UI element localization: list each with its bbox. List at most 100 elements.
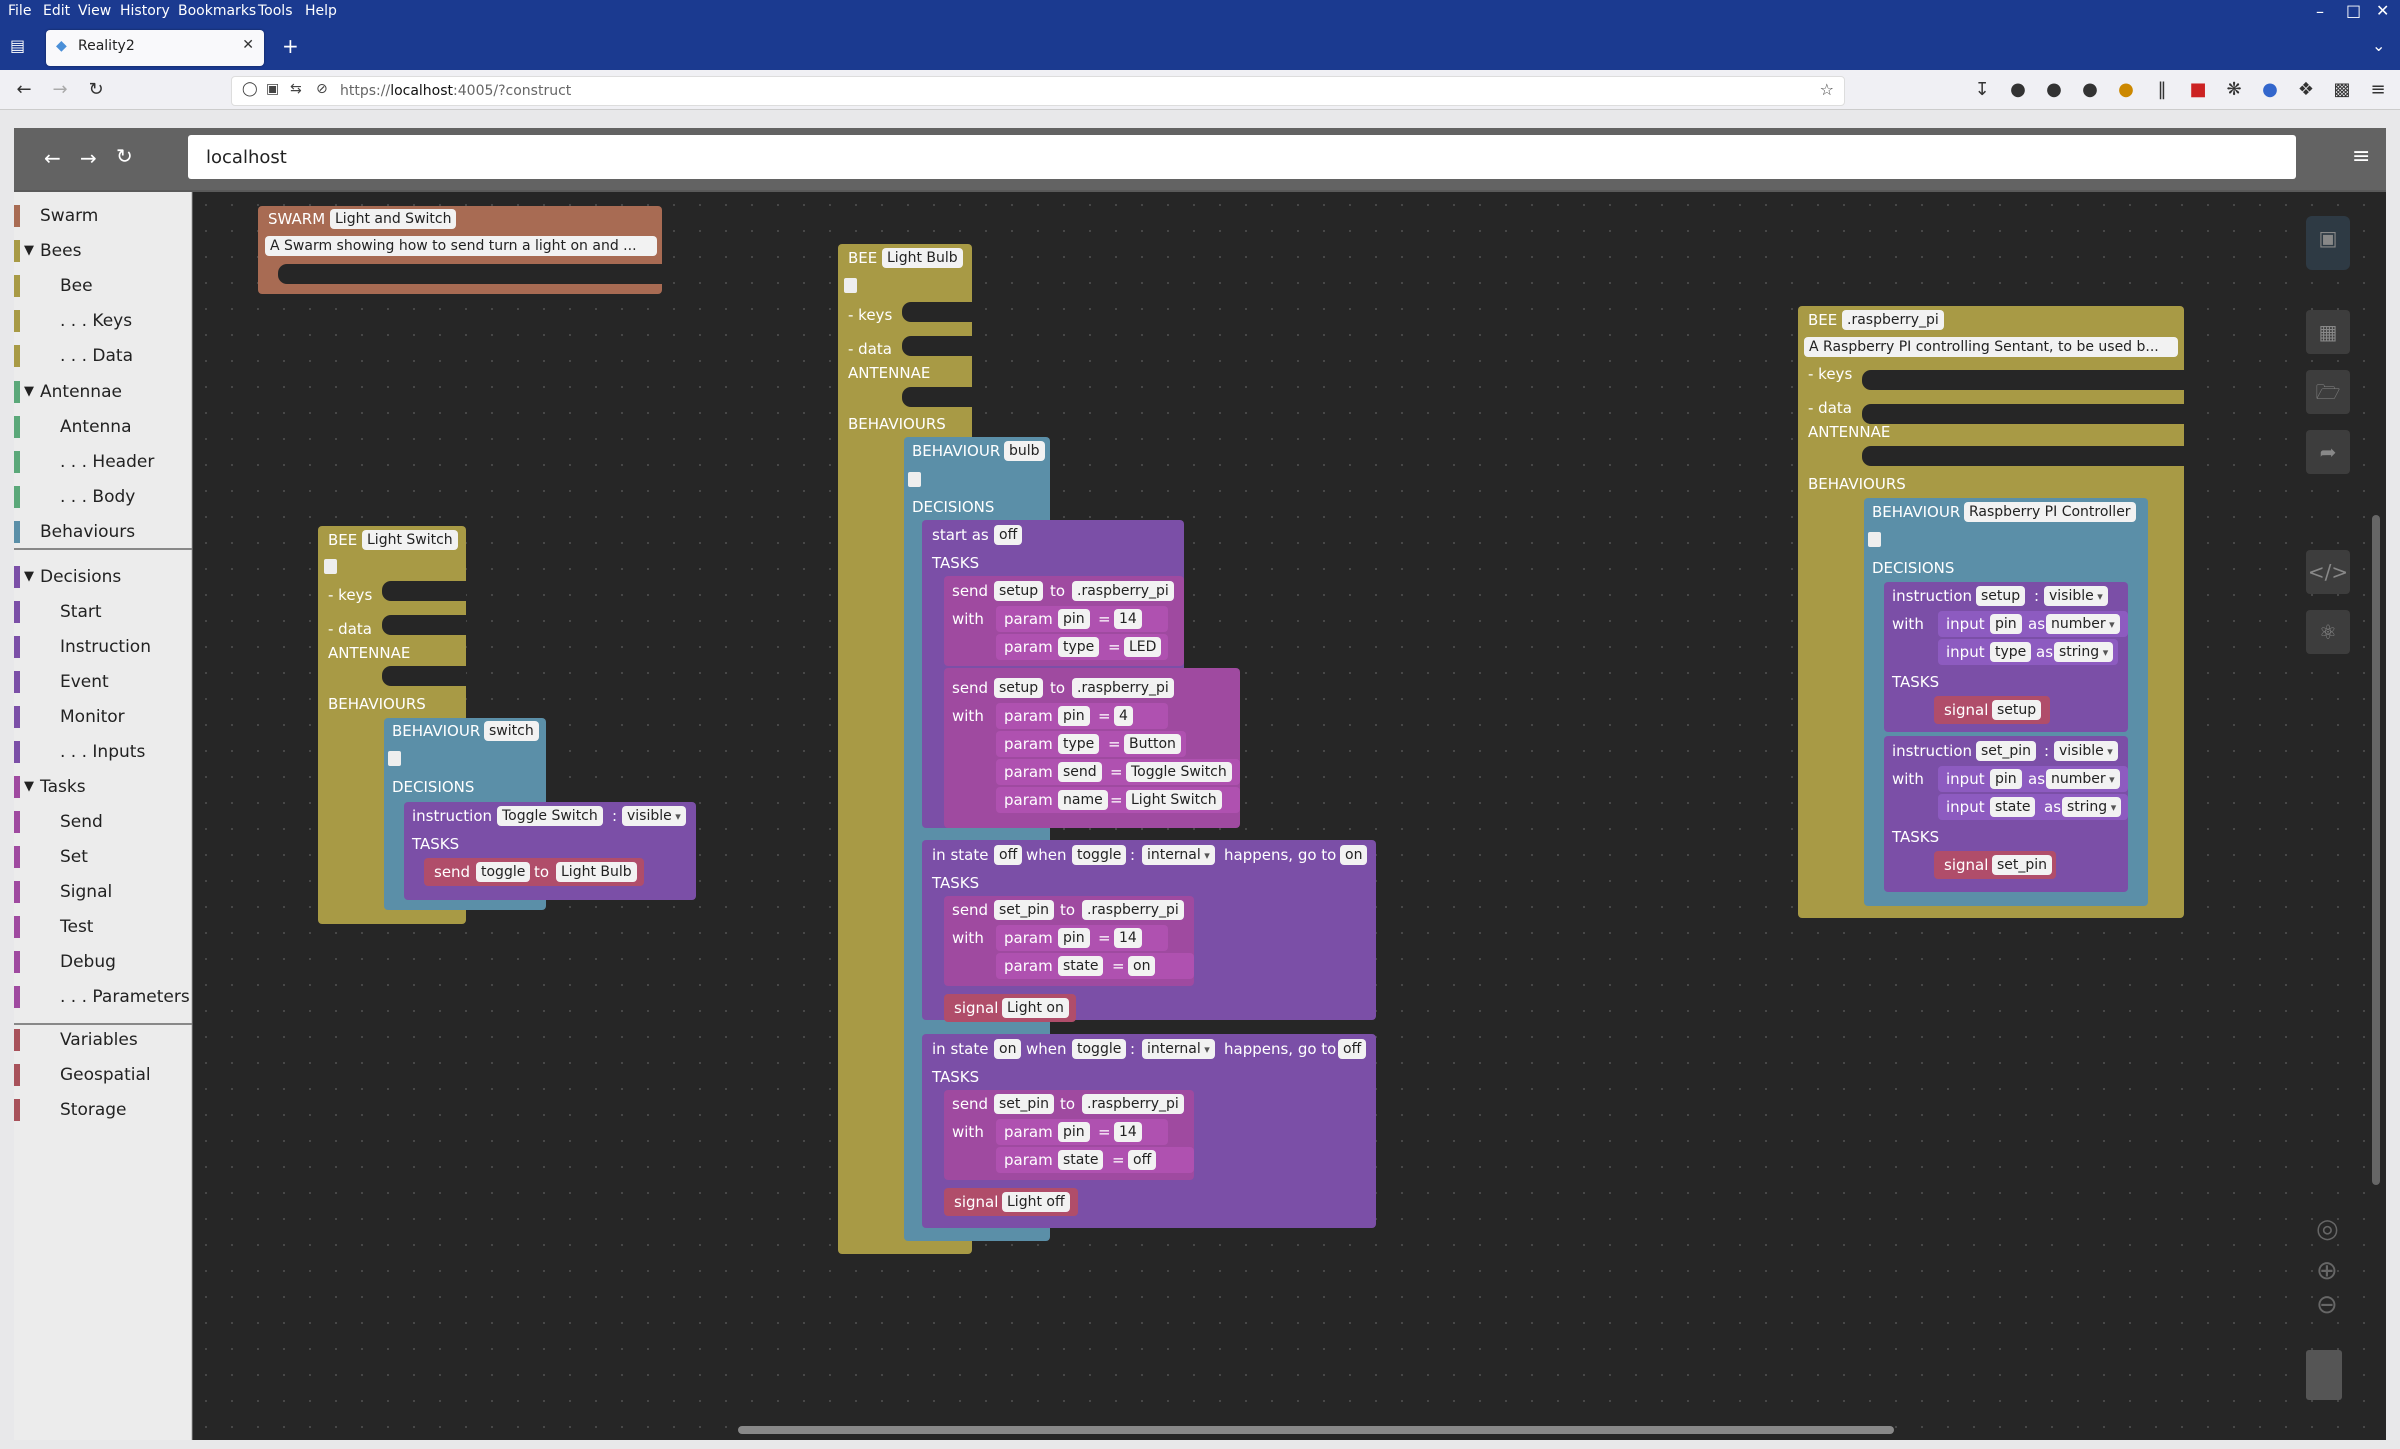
input-type-dropdown[interactable]: number [2046,614,2120,634]
param-value-field[interactable]: Button [1124,734,1181,754]
behaviour-name-field[interactable]: switch [484,721,539,741]
event-name-field[interactable]: toggle [1072,1039,1127,1059]
forward-icon[interactable]: → [48,80,72,100]
event-scope-dropdown[interactable]: internal [1142,845,1215,865]
sidebar-item-inputs[interactable]: . . . Inputs [60,739,145,765]
param-name-field[interactable]: type [1058,734,1100,754]
param-value-field[interactable]: Toggle Switch [1126,762,1232,782]
robot-mascot-icon[interactable]: ▣ [2306,216,2350,270]
tab-overview-icon[interactable]: ▤ [10,36,25,55]
signal-name-field[interactable]: set_pin [1992,855,2053,875]
tracking-shield-icon[interactable]: ◯ [242,81,258,97]
param-value-field[interactable]: off [1128,1150,1157,1170]
param-name-field[interactable]: pin [1058,706,1090,726]
bee-toggle-checkbox[interactable] [844,278,857,293]
input-name-field[interactable]: state [1990,797,2036,817]
sidebar-item-geospatial[interactable]: Geospatial [60,1062,151,1088]
to-state-field[interactable]: on [1340,845,1368,865]
param-value-field[interactable]: on [1128,956,1156,976]
sidebar-item-antennae[interactable]: Antennae [40,379,122,405]
param-name-field[interactable]: pin [1058,928,1090,948]
sidebar-item-start[interactable]: Start [60,599,102,625]
bookmark-star-icon[interactable]: ☆ [1820,80,1834,99]
zoom-out-icon[interactable]: ⊖ [2316,1290,2338,1320]
send-target-field[interactable]: .raspberry_pi [1072,678,1174,698]
sidebar-item-keys[interactable]: . . . Keys [60,308,132,334]
send-event-field[interactable]: setup [994,581,1044,601]
input-type-dropdown[interactable]: number [2046,769,2120,789]
expand-caret-icon[interactable]: ▼ [24,238,34,264]
run-icon[interactable]: ⚛ [2306,610,2350,654]
visibility-dropdown[interactable]: visible [2054,741,2118,761]
extension-icon[interactable]: ● [2258,80,2282,100]
behaviour-toggle-checkbox[interactable] [1868,532,1881,547]
from-state-field[interactable]: off [994,845,1023,865]
param-name-field[interactable]: type [1058,637,1100,657]
minimize-icon[interactable]: – [2316,2,2324,21]
url-bar[interactable]: ◯ ▣ ⇆ ⊘ https://localhost:4005/?construc… [231,76,1845,106]
param-name-field[interactable]: pin [1058,1122,1090,1142]
menu-help[interactable]: Help [305,3,337,19]
sidebar-item-debug[interactable]: Debug [60,949,116,975]
sidebar-item-monitor[interactable]: Monitor [60,704,125,730]
sidebar-item-set[interactable]: Set [60,844,88,870]
sidebar-item-body[interactable]: . . . Body [60,484,135,510]
vertical-scrollbar[interactable] [2372,515,2380,1185]
puzzle-icon[interactable]: ▩ [2330,80,2354,100]
extension-icon[interactable]: ● [2006,80,2030,100]
param-name-field[interactable]: pin [1058,609,1090,629]
from-state-field[interactable]: on [994,1039,1022,1059]
behaviour-name-field[interactable]: Raspberry PI Controller [1964,502,2136,522]
table-icon[interactable]: ▦ [2306,310,2350,354]
sidebar-item-storage[interactable]: Storage [60,1097,127,1123]
extension-icon[interactable]: ❋ [2222,80,2246,100]
send-target-field[interactable]: .raspberry_pi [1082,1094,1184,1114]
sidebar-item-data[interactable]: . . . Data [60,343,133,369]
hamburger-menu-icon[interactable]: ≡ [2352,144,2370,169]
behaviour-toggle-checkbox[interactable] [388,751,401,766]
signal-name-field[interactable]: setup [1992,700,2042,720]
start-state-field[interactable]: off [994,525,1023,545]
tab-reality2[interactable]: ◆ Reality2 ✕ [46,30,264,66]
behaviour-toggle-checkbox[interactable] [908,472,921,487]
to-state-field[interactable]: off [1338,1039,1367,1059]
app-address-input[interactable]: localhost [188,135,2296,179]
instruction-name-field[interactable]: set_pin [1976,741,2037,761]
bee-name-field[interactable]: .raspberry_pi [1842,310,1944,330]
menu-view[interactable]: View [78,3,111,19]
reload-icon[interactable]: ↻ [84,80,108,100]
app-forward-icon[interactable]: → [80,146,97,170]
send-event-field[interactable]: setup [994,678,1044,698]
event-scope-dropdown[interactable]: internal [1142,1039,1215,1059]
extension-icon[interactable]: ■ [2186,80,2210,100]
app-menu-icon[interactable]: ≡ [2366,80,2390,100]
back-icon[interactable]: ← [12,80,36,100]
input-type-dropdown[interactable]: string [2054,642,2114,662]
camera-blocked-icon[interactable]: ⊘ [316,81,328,97]
bee-name-field[interactable]: Light Switch [362,530,458,550]
close-tab-icon[interactable]: ✕ [242,37,254,53]
new-tab-icon[interactable]: + [282,34,299,58]
instruction-name-field[interactable]: setup [1976,586,2026,606]
sidebar-item-header[interactable]: . . . Header [60,449,154,475]
send-target-field[interactable]: Light Bulb [556,862,637,882]
maximize-icon[interactable]: □ [2346,1,2361,20]
param-value-field[interactable]: 14 [1114,609,1142,629]
extension-icon[interactable]: ● [2078,80,2102,100]
param-name-field[interactable]: send [1058,762,1102,782]
input-name-field[interactable]: pin [1990,614,2022,634]
code-icon[interactable]: </> [2306,550,2350,594]
horizontal-scrollbar[interactable] [738,1426,1894,1434]
param-value-field[interactable]: 4 [1114,706,1133,726]
expand-caret-icon[interactable]: ▼ [24,564,34,590]
swarm-description-field[interactable]: A Swarm showing how to send turn a light… [265,236,657,256]
expand-caret-icon[interactable]: ▼ [24,379,34,405]
visibility-dropdown[interactable]: visible [2044,586,2108,606]
sidebar-item-variables[interactable]: Variables [60,1027,138,1053]
zoom-in-icon[interactable]: ⊕ [2316,1256,2338,1286]
sidebar-item-signal[interactable]: Signal [60,879,112,905]
sidebar-item-test[interactable]: Test [60,914,93,940]
app-reload-icon[interactable]: ↻ [116,144,133,168]
sidebar-item-decisions[interactable]: Decisions [40,564,121,590]
sidebar-item-parameters[interactable]: . . . Parameters [60,984,190,1010]
